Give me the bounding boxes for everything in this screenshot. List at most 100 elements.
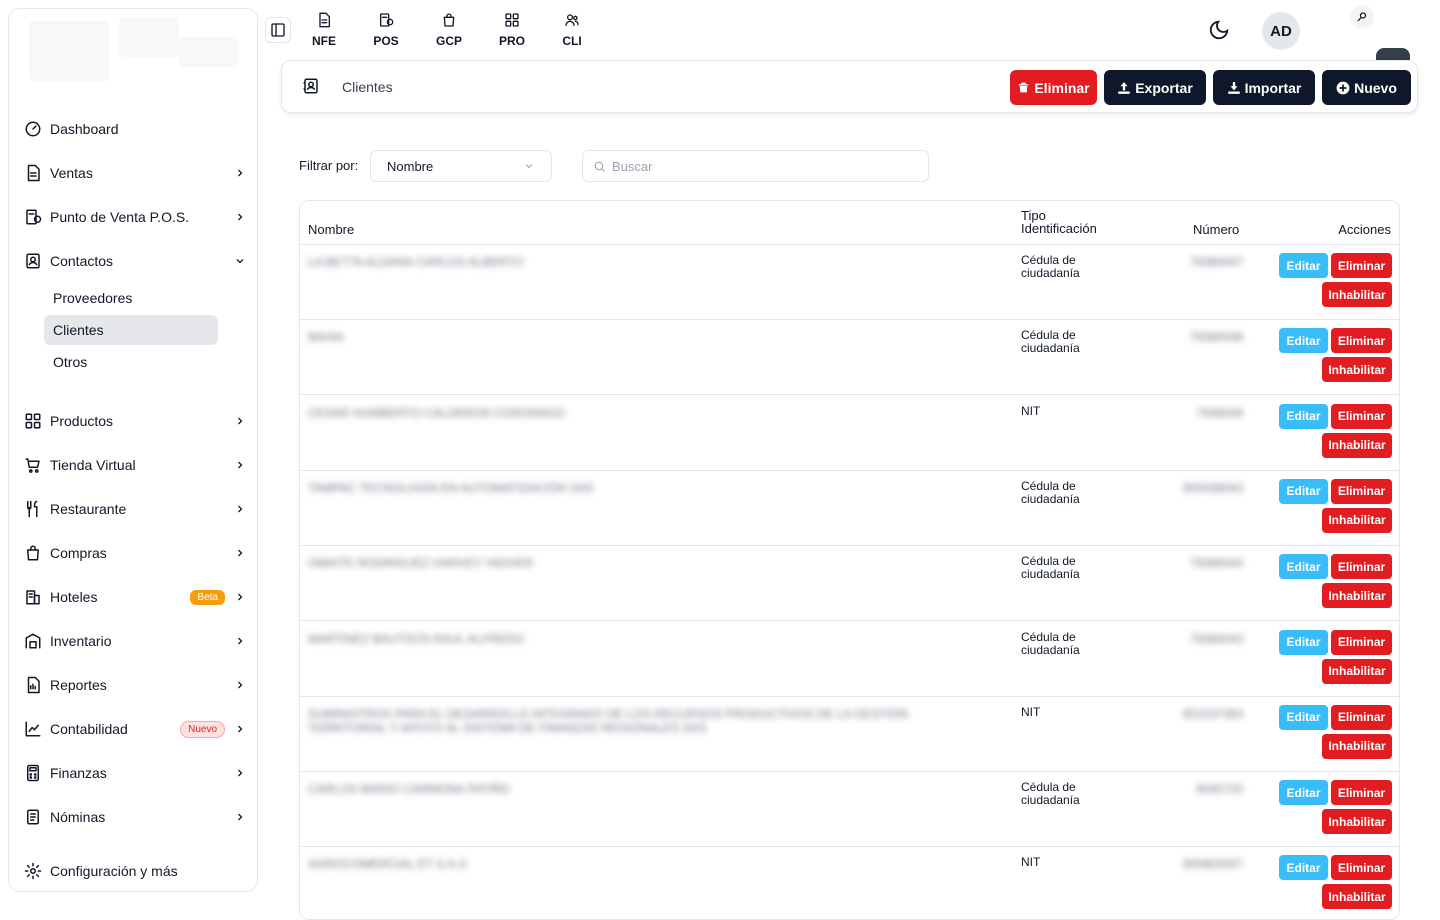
delete-row-button[interactable]: Eliminar	[1331, 704, 1392, 730]
sidebar-item-compras[interactable]: Compras	[23, 538, 247, 568]
header-name: Nombre	[308, 222, 355, 237]
cell-name: CESAR HUMBERTO CALDERON CORONADO	[308, 405, 565, 420]
app-nfe[interactable]: NFE	[302, 12, 346, 48]
delete-row-button[interactable]: Eliminar	[1331, 403, 1392, 429]
calculator-icon	[23, 763, 43, 783]
export-button[interactable]: Exportar	[1104, 70, 1206, 105]
chevron-right-icon	[233, 546, 247, 560]
delete-row-button[interactable]: Eliminar	[1331, 629, 1392, 655]
pin-icon[interactable]	[1350, 5, 1374, 29]
delete-row-button[interactable]: Eliminar	[1331, 253, 1392, 278]
cell-name: SUMINISTROS PARA EL DESARROLLO INTEGRADO…	[308, 706, 909, 735]
app-cli[interactable]: CLI	[550, 12, 594, 48]
sidebar-toggle-button[interactable]	[265, 17, 291, 43]
edit-button[interactable]: Editar	[1279, 403, 1328, 429]
sidebar-item-inventario[interactable]: Inventario	[23, 626, 247, 656]
edit-button[interactable]: Editar	[1279, 629, 1328, 655]
disable-button[interactable]: Inhabilitar	[1322, 357, 1392, 383]
delete-row-button[interactable]: Eliminar	[1331, 855, 1392, 881]
shopping-bag-icon	[23, 543, 43, 563]
app-pro[interactable]: PRO	[490, 12, 534, 48]
edit-button[interactable]: Editar	[1279, 554, 1328, 580]
search-input[interactable]	[612, 158, 918, 174]
delete-row-button[interactable]: Eliminar	[1331, 328, 1392, 354]
table-row: LA BETTA ALDANA CARLOS ALBERTO Cédula de …	[300, 245, 1399, 320]
sidebar-subitem-otros[interactable]: Otros	[44, 347, 218, 377]
chart-icon	[23, 719, 43, 739]
sidebar-item-configuracion[interactable]: Configuración y más	[23, 856, 247, 886]
grid-icon	[504, 12, 520, 34]
cell-tipo: Cédula de ciudadanía	[1021, 780, 1080, 808]
import-button[interactable]: Importar	[1213, 70, 1315, 105]
new-button[interactable]: Nuevo	[1322, 70, 1411, 105]
edit-button[interactable]: Editar	[1279, 855, 1328, 881]
clients-table: Nombre Tipo Identificación Número Accion…	[299, 200, 1400, 920]
disable-button[interactable]: Inhabilitar	[1322, 583, 1392, 609]
table-row: SUMINISTROS PARA EL DESARROLLO INTEGRADO…	[300, 697, 1399, 772]
edit-button[interactable]: Editar	[1279, 328, 1328, 354]
cell-name: OMAITE RODRIGUEZ HARVEY YADVER	[308, 556, 534, 571]
cell-tipo: NIT	[1021, 855, 1041, 870]
delete-row-button[interactable]: Eliminar	[1331, 554, 1392, 580]
filter-selected-value: Nombre	[387, 158, 434, 174]
chevron-right-icon	[233, 722, 247, 736]
sidebar-item-dashboard[interactable]: Dashboard	[23, 114, 247, 144]
sidebar-item-label: Tienda Virtual	[50, 457, 136, 473]
disable-button[interactable]: Inhabilitar	[1322, 658, 1392, 684]
shopping-bag-icon	[441, 12, 457, 34]
table-row: MARTINEZ BAUTISTA RAUL ALFREDO Cédula de …	[300, 622, 1399, 697]
sidebar-item-restaurante[interactable]: Restaurante	[23, 494, 247, 524]
filter-select[interactable]: Nombre	[370, 150, 552, 182]
edit-button[interactable]: Editar	[1279, 253, 1328, 278]
panel-icon	[271, 23, 285, 37]
page-header: Clientes Eliminar Exportar Importar Nuev…	[281, 60, 1418, 113]
sidebar-item-contabilidad[interactable]: Contabilidad Nuevo	[23, 714, 247, 744]
sidebar-subitem-proveedores[interactable]: Proveedores	[44, 283, 218, 313]
receipt-icon	[23, 207, 43, 227]
app-gcp[interactable]: GCP	[427, 12, 471, 48]
disable-button[interactable]: Inhabilitar	[1322, 282, 1392, 307]
sidebar-item-productos[interactable]: Productos	[23, 406, 247, 436]
disable-button[interactable]: Inhabilitar	[1322, 733, 1392, 759]
cell-numero: 900438043	[1182, 480, 1243, 495]
delete-button[interactable]: Eliminar	[1010, 70, 1097, 105]
sidebar-item-label: Dashboard	[50, 121, 119, 137]
table-row: AGROCOMERCIAL ET S.A.S NIT 900803007 Editar…	[300, 847, 1399, 919]
sidebar-item-finanzas[interactable]: Finanzas	[23, 758, 247, 788]
app-label: NFE	[312, 34, 336, 48]
edit-button[interactable]: Editar	[1279, 478, 1328, 504]
edit-button[interactable]: Editar	[1279, 780, 1328, 806]
avatar[interactable]: AD	[1262, 12, 1300, 50]
table-row: CARLOS MARIO CARMONA PATIÑO Cédula de ciu…	[300, 772, 1399, 848]
disable-button[interactable]: Inhabilitar	[1322, 507, 1392, 533]
gauge-icon	[23, 119, 43, 139]
sidebar-subitem-clientes[interactable]: Clientes	[44, 315, 218, 345]
sidebar-item-nominas[interactable]: Nóminas	[23, 802, 247, 832]
cell-tipo: NIT	[1021, 704, 1041, 719]
app-label: POS	[373, 34, 399, 48]
report-icon	[23, 675, 43, 695]
disable-button[interactable]: Inhabilitar	[1322, 432, 1392, 458]
sidebar-item-tienda-virtual[interactable]: Tienda Virtual	[23, 450, 247, 480]
edit-button[interactable]: Editar	[1279, 704, 1328, 730]
delete-row-button[interactable]: Eliminar	[1331, 478, 1392, 504]
export-button-label: Exportar	[1135, 79, 1193, 96]
sidebar-item-label: Productos	[50, 413, 114, 429]
sidebar-item-ventas[interactable]: Ventas	[23, 158, 247, 188]
disable-button[interactable]: Inhabilitar	[1322, 884, 1392, 910]
theme-toggle-button[interactable]	[1208, 19, 1230, 41]
app-pos[interactable]: POS	[364, 12, 408, 48]
sidebar-item-contactos[interactable]: Contactos	[23, 246, 247, 276]
sidebar-item-punto-de-venta-p-o-s[interactable]: Punto de Venta P.O.S.	[23, 202, 247, 232]
gear-icon	[23, 861, 43, 881]
delete-row-button[interactable]: Eliminar	[1331, 780, 1392, 806]
cell-numero: 9045720	[1196, 782, 1243, 797]
disable-button[interactable]: Inhabilitar	[1322, 809, 1392, 835]
cell-tipo: Cédula de ciudadanía	[1021, 478, 1080, 506]
sidebar-item-label: Nóminas	[50, 809, 106, 825]
sidebar-item-reportes[interactable]: Reportes	[23, 670, 247, 700]
cart-icon	[23, 455, 43, 475]
sidebar-item-hoteles[interactable]: Hoteles Beta	[23, 582, 247, 612]
utensils-icon	[23, 499, 43, 519]
sidebar-subitem-label: Otros	[53, 354, 88, 370]
